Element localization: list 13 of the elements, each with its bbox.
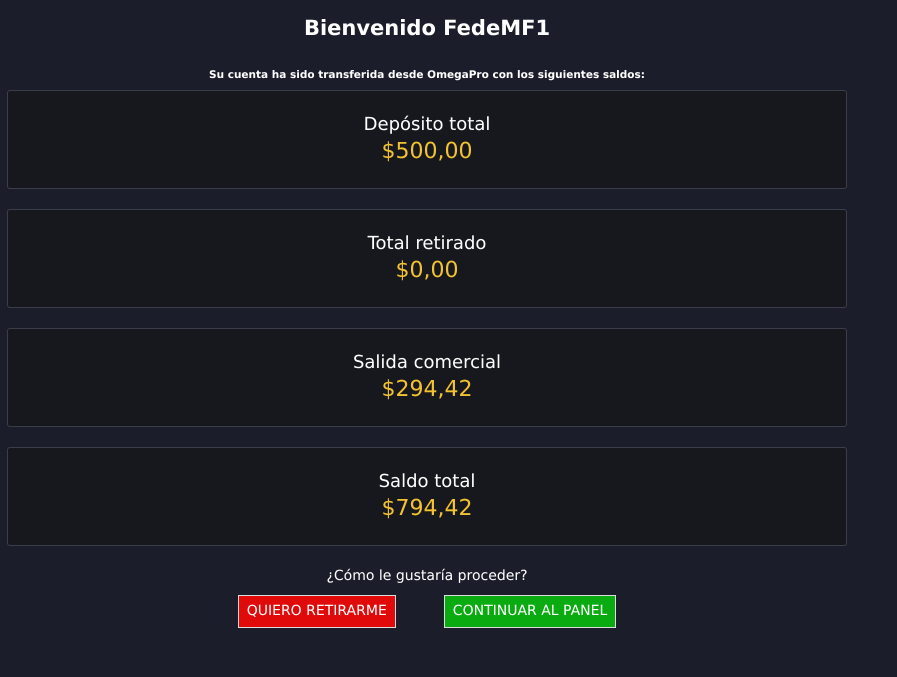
balance-amount: $500,00	[382, 138, 472, 166]
balance-label: Salida comercial	[352, 350, 502, 374]
transfer-message: Su cuenta ha sido transferida desde OmegaPro con los siguientes saldos:	[208, 68, 646, 82]
balance-amount: $0,00	[396, 256, 458, 284]
balance-amount: $294,42	[382, 376, 472, 404]
balance-label: Depósito total	[364, 112, 490, 136]
balance-label: Total retirado	[368, 232, 486, 256]
welcome-title: Bienvenido FedeMF1	[302, 15, 552, 42]
balance-label: Saldo total	[378, 470, 476, 494]
balance-amount: $794,42	[382, 494, 472, 522]
continue-button[interactable]: CONTINUAR AL PANEL	[444, 595, 616, 628]
proceed-question: ¿Cómo le gustaría proceder?	[325, 567, 529, 586]
withdraw-button[interactable]: QUIERO RETIRARME	[238, 595, 396, 628]
